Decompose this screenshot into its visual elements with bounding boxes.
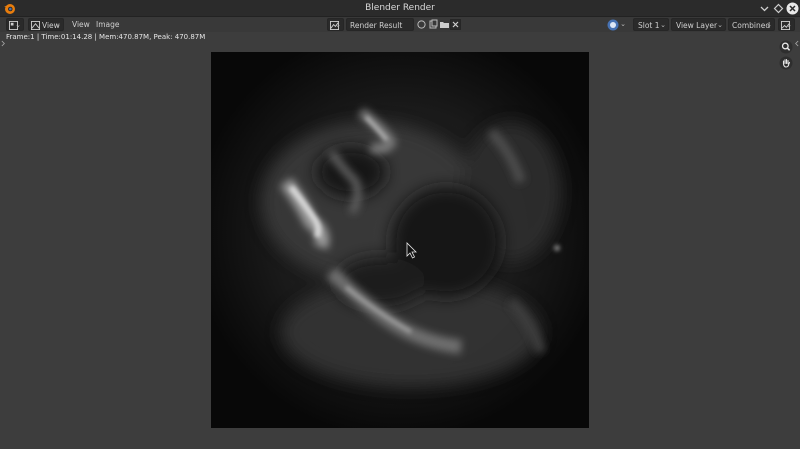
chevron-down-icon: ⌄ [766,21,772,29]
window-title: Blender Render [365,3,435,13]
zoom-icon [779,40,793,54]
chevron-down-icon: ⌄ [620,20,626,28]
chevron-down-icon: ⌄ [335,21,341,29]
slot-dropdown[interactable]: Slot 1 ⌄ [633,18,669,31]
browse-image-dropdown[interactable]: ⌄ [327,18,344,31]
duplicate-image-icon[interactable] [428,18,439,31]
view-layer-label: View Layer [676,21,718,30]
nebula-render [211,52,589,428]
display-channels-dropdown[interactable]: ⌄ [606,18,628,31]
image-editor-header: ⌄ View ⌄ View Image ⌄ Render Result ⌄ Sl… [0,17,800,32]
hand-pan-icon [779,56,793,70]
zoom-tool[interactable] [779,40,793,54]
pan-tool[interactable] [779,56,793,70]
unlink-close-icon[interactable] [450,18,461,31]
render-result-image[interactable] [211,52,589,428]
chevron-down-icon: ⌄ [15,21,21,29]
view-mode-dropdown[interactable]: View ⌄ [28,18,64,31]
menu-view[interactable]: View [69,18,93,31]
image-name-label: Render Result [350,21,403,30]
view-mode-icon [31,20,40,30]
close-icon[interactable] [786,2,799,15]
render-pass-label: Combined [732,21,771,30]
sidebar-expand-arrow-icon[interactable] [794,40,799,47]
menu-image[interactable]: Image [93,18,123,31]
slot-label: Slot 1 [638,21,660,30]
title-bar: Blender Render [0,0,800,17]
sidebar-toggle-dropdown[interactable]: ⌄ [778,18,795,31]
render-pass-dropdown[interactable]: Combined ⌄ [728,18,775,31]
chevron-down-icon: ⌄ [55,21,61,29]
minimize-icon[interactable] [758,2,771,15]
maximize-icon[interactable] [772,2,785,15]
view-layer-dropdown[interactable]: View Layer ⌄ [671,18,726,31]
editor-type-dropdown[interactable]: ⌄ [6,18,24,31]
fake-user-shield-icon[interactable] [416,18,427,31]
chevron-down-icon: ⌄ [660,21,666,29]
image-name-field[interactable]: Render Result [346,18,414,31]
render-info-text: Frame:1 | Time:01:14.28 | Mem:470.87M, P… [6,33,206,41]
open-folder-icon[interactable] [439,18,450,31]
chevron-down-icon: ⌄ [717,21,723,29]
chevron-down-icon: ⌄ [786,21,792,29]
toolbar-expand-arrow-icon[interactable] [1,40,6,47]
color-channels-icon [607,19,619,30]
